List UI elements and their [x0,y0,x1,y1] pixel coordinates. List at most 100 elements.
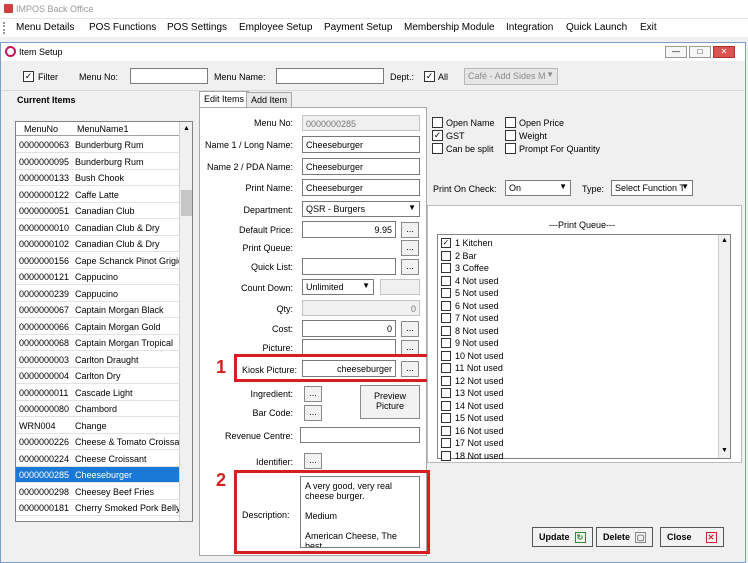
dept-filter-select[interactable]: Café - Add Sides M ▼ [464,68,558,85]
table-row[interactable]: 0000000239 Cappucino [16,286,179,302]
count-down-select[interactable]: Unlimited ▼ [302,279,374,295]
table-row[interactable]: 0000000067 Captain Morgan Black [16,302,179,318]
filter-checkbox[interactable]: ✓ [23,71,34,82]
grid-scrollbar[interactable]: ▲ [179,122,192,521]
print-queue-checkbox[interactable] [441,375,451,386]
menu-pos-settings[interactable]: POS Settings [167,22,227,33]
menu-quick-launch[interactable]: Quick Launch [566,22,627,33]
table-row[interactable]: 0000000156 Cape Schanck Pinot Grigio [16,253,183,269]
table-row[interactable]: 0000000136 Chessy Garlic Bread [16,517,179,522]
update-button[interactable]: Update ↻ [532,527,593,547]
default-price-dots-button[interactable]: ... [401,222,419,238]
scroll-down-icon[interactable]: ▼ [721,447,728,454]
print-queue-checkbox[interactable] [441,338,451,348]
gst-checkbox[interactable]: ✓ [432,130,443,141]
close-button[interactable]: Close ✕ [660,527,724,547]
cost-field[interactable]: 0 [302,320,396,337]
print-queue-checkbox[interactable] [441,400,451,411]
print-queue-checkbox[interactable] [441,388,451,398]
kiosk-picture-field[interactable]: cheeseburger [302,360,396,377]
menu-exit[interactable]: Exit [640,22,657,33]
print-queue-checkbox[interactable] [441,438,451,448]
delete-button[interactable]: Delete ▢ [596,527,654,547]
menu-name-filter-input[interactable] [276,68,384,84]
print-queue-checkbox[interactable] [441,325,451,336]
cost-dots-button[interactable]: ... [401,321,419,337]
weight-checkbox[interactable] [505,130,516,141]
name2-field[interactable]: Cheeseburger [302,158,420,175]
table-row[interactable]: 0000000003 Carlton Draught [16,352,179,368]
table-row[interactable]: 0000000068 Captain Morgan Tropical [16,335,179,351]
table-row[interactable]: 0000000095 Bunderburg Rum [16,154,179,170]
table-row[interactable]: 0000000226 Cheese & Tomato Croissant [16,434,187,450]
tab-edit-items[interactable]: Edit Items [199,91,250,108]
prompt-qty-checkbox[interactable] [505,143,516,154]
default-price-field[interactable]: 9.95 [302,221,396,238]
quick-list-dots-button[interactable]: ... [401,259,419,275]
name1-field[interactable]: Cheeseburger [302,136,420,153]
col-menuname1[interactable]: MenuName1 [77,124,129,134]
type-select[interactable]: Select Function T ▼ [611,180,693,196]
identifier-dots-button[interactable]: ... [304,453,322,469]
print-queue-checkbox[interactable] [441,275,451,286]
open-name-checkbox[interactable] [432,117,443,128]
table-row[interactable]: 0000000298 Cheesey Beef Fries [16,484,179,500]
print-queue-checkbox[interactable] [441,300,451,311]
print-queue-dots-button[interactable]: ... [401,240,419,256]
table-row[interactable]: 0000000102 Canadian Club & Dry [16,236,179,252]
print-queue-checkbox[interactable] [441,413,451,423]
print-queue-checkbox[interactable] [441,350,451,361]
quick-list-field[interactable] [302,258,396,275]
table-row[interactable]: 0000000063 Bunderburg Rum [16,137,179,153]
table-row[interactable]: 0000000051 Canadian Club [16,203,179,219]
scroll-up-icon[interactable]: ▲ [721,237,728,244]
table-row[interactable]: 0000000122 Caffe Latte [16,187,179,203]
ingredient-dots-button[interactable]: ... [304,386,322,402]
window-close-button[interactable]: ✕ [713,46,735,58]
print-queue-checkbox[interactable] [441,363,451,373]
barcode-dots-button[interactable]: ... [304,405,322,421]
print-queue-checkbox[interactable] [441,425,451,436]
table-row[interactable]: 0000000224 Cheese Croissant [16,451,179,467]
table-row[interactable]: 0000000010 Canadian Club & Dry [16,220,179,236]
col-menuno[interactable]: MenuNo [24,124,58,134]
revenue-centre-field[interactable] [300,427,420,443]
table-row[interactable]: 0000000080 Chambord [16,401,179,417]
menu-integration[interactable]: Integration [506,22,553,33]
print-queue-scrollbar[interactable]: ▲ ▼ [718,235,730,458]
menu-membership-module[interactable]: Membership Module [404,22,495,33]
description-field[interactable]: A very good, very real cheese burger. Me… [300,476,420,548]
print-queue-checkbox[interactable]: ✓ [441,238,451,248]
print-queue-checkbox[interactable] [441,263,451,273]
menu-menu-details[interactable]: Menu Details [16,22,74,33]
maximize-button[interactable]: □ [689,46,711,58]
print-queue-checkbox[interactable] [441,313,451,323]
table-row[interactable]: 0000000121 Cappucino [16,269,179,285]
table-row[interactable]: 0000000181 Cherry Smoked Pork Belly [16,500,181,516]
print-on-check-select[interactable]: On ▼ [505,180,571,196]
preview-picture-button[interactable]: Preview Picture [360,385,420,419]
table-row[interactable]: 0000000066 Captain Morgan Gold [16,319,179,335]
table-row[interactable]: 0000000133 Bush Chook [16,170,179,186]
tab-add-item[interactable]: Add Item [246,92,293,108]
scroll-up-icon[interactable]: ▲ [183,125,190,132]
can-split-checkbox[interactable] [432,143,443,154]
open-price-checkbox[interactable] [505,117,516,128]
print-queue-checkbox[interactable] [441,288,451,298]
dept-all-checkbox[interactable]: ✓ [424,71,435,82]
table-row[interactable]: 0000000004 Carlton Dry [16,368,179,384]
menu-no-filter-input[interactable] [130,68,208,84]
menu-pos-functions[interactable]: POS Functions [89,22,156,33]
print-queue-checkbox[interactable] [441,250,451,261]
print-name-field[interactable]: Cheeseburger [302,179,420,196]
department-select[interactable]: QSR - Burgers ▼ [302,201,420,217]
print-queue-checkbox[interactable] [441,450,451,461]
table-row[interactable]: 0000000285 Cheeseburger [16,467,179,483]
menu-employee-setup[interactable]: Employee Setup [239,22,312,33]
kiosk-picture-dots-button[interactable]: ... [401,361,419,377]
menu-payment-setup[interactable]: Payment Setup [324,22,392,33]
minimize-button[interactable]: — [665,46,687,58]
table-row[interactable]: 0000000011 Cascade Light [16,385,179,401]
scroll-thumb[interactable] [181,190,192,216]
table-row[interactable]: WRN004 Change [16,418,179,434]
